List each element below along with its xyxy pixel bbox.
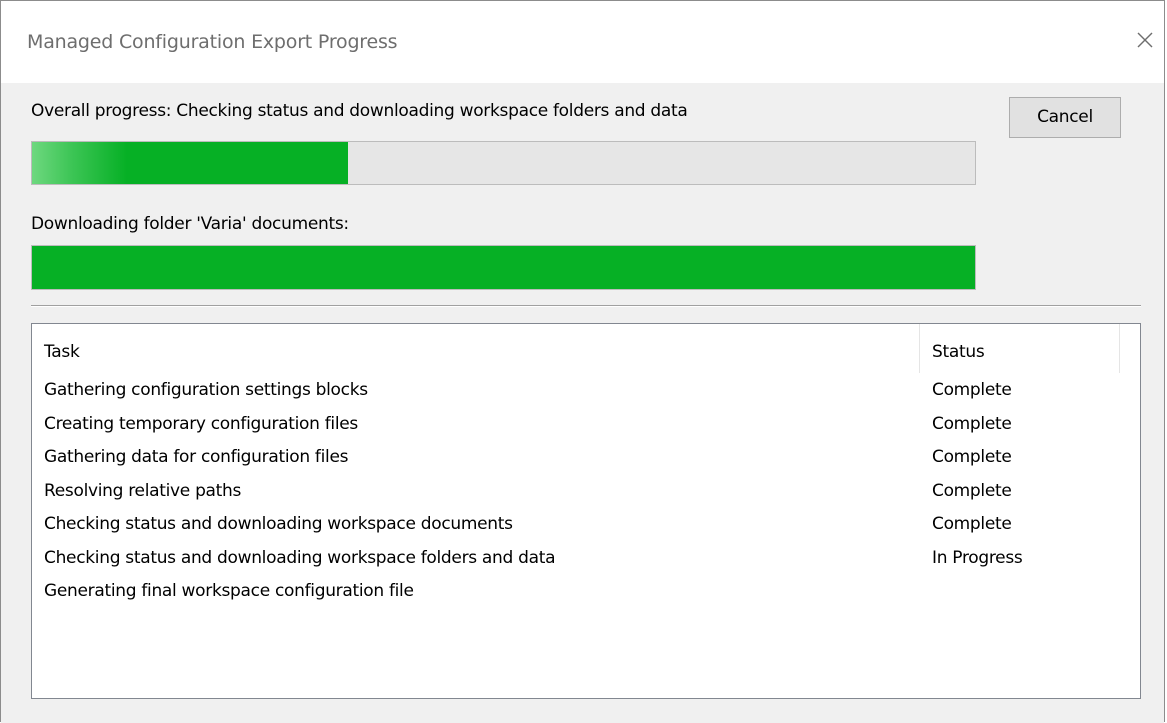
folder-progress-label: Downloading folder 'Varia' documents: — [31, 214, 349, 234]
close-icon[interactable] — [1132, 27, 1158, 53]
table-row[interactable]: Generating final workspace configuration… — [32, 575, 1140, 609]
overall-progress-bar — [31, 141, 976, 185]
task-name-cell: Generating final workspace configuration… — [44, 581, 414, 601]
column-header-status[interactable]: Status — [920, 324, 1120, 373]
table-row[interactable]: Creating temporary configuration files Co… — [32, 408, 1140, 442]
task-status-cell: Complete — [932, 514, 1012, 534]
task-name-cell: Gathering data for configuration files — [44, 447, 349, 467]
dialog-content: Overall progress: Checking status and do… — [1, 83, 1164, 723]
task-name-cell: Gathering configuration settings blocks — [44, 380, 368, 400]
divider — [31, 305, 1141, 307]
column-header-task[interactable]: Task — [32, 324, 920, 373]
table-row[interactable]: Resolving relative paths Complete — [32, 475, 1140, 509]
overall-progress-label: Overall progress: Checking status and do… — [31, 101, 688, 121]
table-row[interactable]: Gathering configuration settings blocks C… — [32, 374, 1140, 408]
overall-progress-fill — [32, 142, 348, 184]
table-row[interactable]: Gathering data for configuration files Co… — [32, 441, 1140, 475]
task-rows: Gathering configuration settings blocks C… — [32, 374, 1140, 609]
window-title: Managed Configuration Export Progress — [27, 31, 398, 53]
task-name-cell: Checking status and downloading workspac… — [44, 547, 556, 568]
task-status-cell: Complete — [932, 447, 1012, 467]
folder-progress-bar — [31, 245, 976, 290]
task-status-cell: Complete — [932, 380, 1012, 400]
task-status-cell: In Progress — [932, 547, 1023, 568]
task-status-cell: Complete — [932, 413, 1012, 434]
cancel-button[interactable]: Cancel — [1009, 97, 1121, 138]
folder-progress-fill — [32, 246, 975, 289]
task-name-cell: Checking status and downloading workspac… — [44, 514, 513, 534]
title-bar: Managed Configuration Export Progress — [1, 1, 1164, 83]
task-list[interactable]: Task Status Gathering configuration sett… — [31, 323, 1141, 699]
task-list-header: Task Status — [32, 324, 1140, 373]
task-name-cell: Resolving relative paths — [44, 480, 242, 501]
table-row[interactable]: Checking status and downloading workspac… — [32, 508, 1140, 542]
task-status-cell: Complete — [932, 480, 1012, 501]
table-row[interactable]: Checking status and downloading workspac… — [32, 542, 1140, 576]
task-name-cell: Creating temporary configuration files — [44, 413, 358, 434]
export-progress-dialog: Managed Configuration Export Progress Ov… — [0, 0, 1165, 723]
